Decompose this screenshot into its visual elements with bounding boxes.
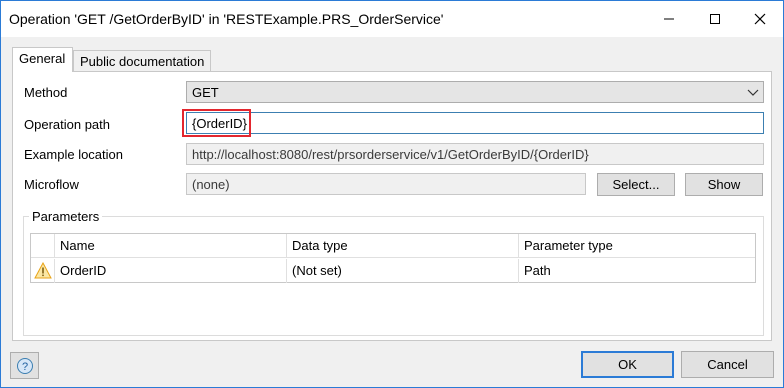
microflow-label: Microflow — [24, 177, 79, 192]
help-icon: ? — [16, 357, 33, 374]
maximize-button[interactable] — [692, 1, 738, 37]
parameters-title: Parameters — [29, 209, 103, 224]
dialog-window: Operation 'GET /GetOrderByID' in 'RESTEx… — [0, 0, 784, 388]
svg-text:?: ? — [21, 361, 27, 373]
close-icon — [754, 13, 766, 25]
method-value: GET — [192, 85, 219, 100]
example-location-label: Example location — [24, 147, 123, 162]
show-button[interactable]: Show — [685, 173, 763, 196]
example-location-value: http://localhost:8080/rest/prsorderservi… — [192, 147, 589, 162]
close-button[interactable] — [737, 1, 783, 37]
example-location-field: http://localhost:8080/rest/prsorderservi… — [186, 143, 764, 165]
minimize-icon — [664, 18, 674, 20]
highlight-box — [182, 109, 251, 137]
operation-path-label: Operation path — [24, 117, 111, 132]
parameters-table: Name Data type Parameter type OrderID (N… — [30, 233, 756, 283]
ok-button[interactable]: OK — [581, 351, 674, 378]
table-row-name[interactable]: OrderID — [55, 259, 287, 283]
table-header-icon-cell — [31, 234, 55, 258]
minimize-button[interactable] — [646, 1, 692, 37]
maximize-icon — [710, 14, 720, 24]
operation-path-input[interactable]: {OrderID} — [186, 112, 764, 134]
tab-general[interactable]: General — [12, 47, 73, 72]
cancel-button[interactable]: Cancel — [681, 351, 774, 378]
microflow-field: (none) — [186, 173, 586, 195]
chevron-down-icon — [747, 89, 759, 96]
window-title: Operation 'GET /GetOrderByID' in 'RESTEx… — [9, 11, 444, 27]
title-bar: Operation 'GET /GetOrderByID' in 'RESTEx… — [1, 1, 783, 37]
tab-public-documentation[interactable]: Public documentation — [73, 50, 211, 72]
column-header-data-type[interactable]: Data type — [287, 234, 519, 258]
column-header-parameter-type[interactable]: Parameter type — [519, 234, 755, 258]
method-label: Method — [24, 85, 68, 100]
column-header-name[interactable]: Name — [55, 234, 287, 258]
help-button[interactable]: ? — [10, 352, 39, 379]
warning-icon — [34, 261, 52, 279]
table-row-parameter-type[interactable]: Path — [519, 259, 755, 283]
method-select[interactable]: GET — [186, 81, 764, 103]
select-button[interactable]: Select... — [597, 173, 675, 196]
table-row-data-type[interactable]: (Not set) — [287, 259, 519, 283]
table-row-warning-cell — [31, 259, 55, 283]
microflow-value: (none) — [192, 177, 230, 192]
